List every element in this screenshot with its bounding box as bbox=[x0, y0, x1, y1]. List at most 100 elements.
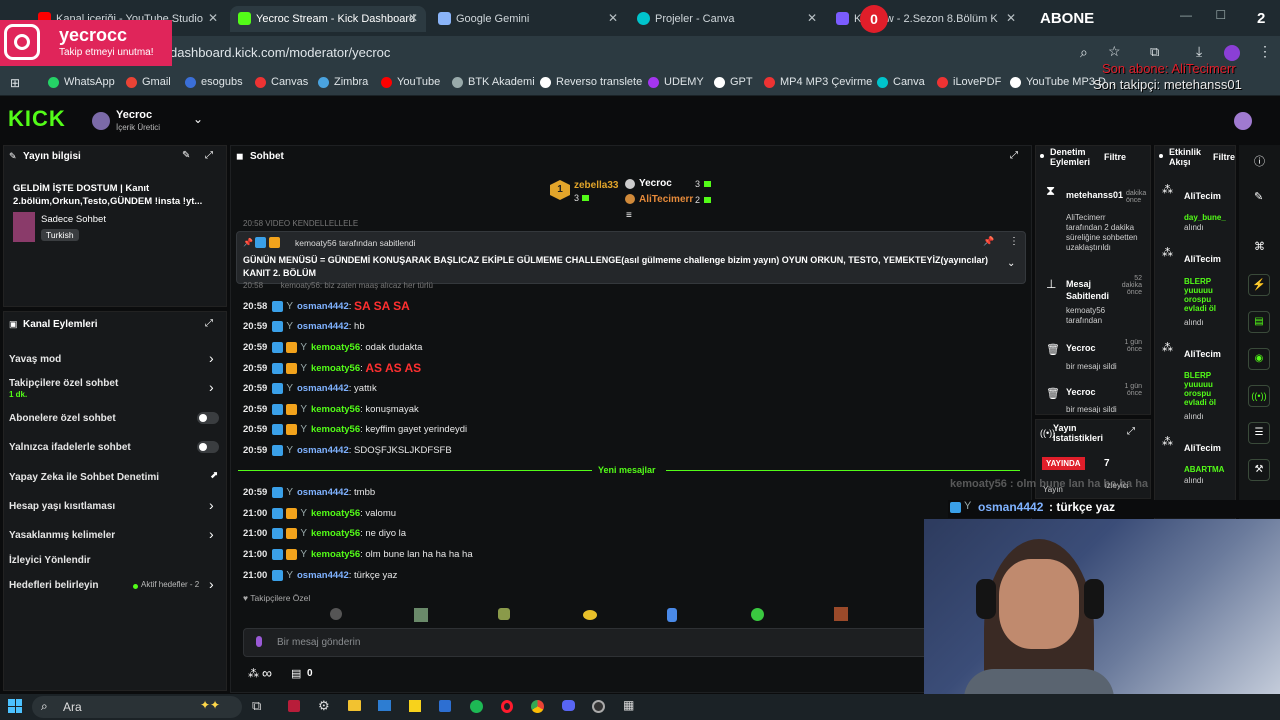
account-age-chevron-icon[interactable]: › bbox=[209, 497, 214, 513]
emote-only-toggle[interactable] bbox=[197, 441, 219, 453]
bookmark-btk[interactable]: BTK Akademi bbox=[452, 76, 535, 88]
chat-message[interactable]: 20:59 Yosman4442: SDOŞFJKSLJKDFSFB bbox=[243, 442, 452, 458]
discord-icon[interactable] bbox=[562, 700, 575, 711]
wrench-icon[interactable]: ⚒ bbox=[1248, 459, 1270, 481]
tab-canva[interactable]: Projeler - Canva ✕ bbox=[629, 6, 825, 32]
bookmark-youtube[interactable]: YouTube bbox=[381, 76, 440, 88]
subscribers-only-toggle[interactable] bbox=[197, 412, 219, 424]
emote-4[interactable] bbox=[583, 610, 597, 620]
popout-icon[interactable]: ⤢ bbox=[205, 150, 213, 161]
raid-label[interactable]: İzleyici Yönlendir bbox=[9, 555, 91, 566]
chat-message[interactable]: 20:59 Ykemoaty56: odak dudakta bbox=[243, 339, 422, 355]
goals-chevron-icon[interactable]: › bbox=[209, 576, 214, 592]
bookmark-ilovepdf[interactable]: iLovePDF bbox=[937, 76, 1001, 88]
tab-episode[interactable]: Kaı...ow - 2.Sezon 8.Bölüm K ✕ bbox=[828, 6, 1024, 32]
mod-filter[interactable]: Filtre bbox=[1104, 152, 1126, 162]
user-avatar[interactable] bbox=[1234, 112, 1252, 130]
bookmark-esogubs[interactable]: esogubs bbox=[185, 76, 243, 88]
leader-2-name[interactable]: Yecroc bbox=[639, 178, 672, 189]
bookmark-gpt[interactable]: GPT bbox=[714, 76, 753, 88]
windows-start-icon[interactable] bbox=[8, 699, 22, 713]
chat-message[interactable]: 20:59 Ykemoaty56: keyffim gayet yerindeyd… bbox=[243, 421, 467, 437]
leader-3-name[interactable]: AliTecimerr bbox=[639, 194, 693, 205]
apps-grid-icon[interactable]: ⊞ bbox=[10, 76, 20, 90]
chat-message[interactable]: 20:59 Yosman4442: tmbb bbox=[243, 484, 375, 500]
popout-icon[interactable]: ⤢ bbox=[1010, 150, 1018, 161]
close-icon[interactable]: ✕ bbox=[608, 11, 618, 25]
emote-5[interactable] bbox=[667, 608, 677, 622]
bookmark-canvas[interactable]: Canvas bbox=[255, 76, 308, 88]
leader-1-name[interactable]: zebella33 bbox=[574, 180, 618, 191]
popout-icon[interactable]: ⤢ bbox=[1127, 426, 1135, 437]
menu-icon[interactable]: ⋮ bbox=[1258, 43, 1272, 60]
bookmark-reverso[interactable]: Reverso translete bbox=[540, 76, 642, 88]
channel-switch-chevron[interactable]: ⌄ bbox=[193, 112, 203, 126]
bookmark-mp4mp3[interactable]: MP4 MP3 Çevirme bbox=[764, 76, 872, 88]
followers-only-chevron-icon[interactable]: › bbox=[209, 379, 214, 395]
zoom-icon[interactable]: ⌕ bbox=[1080, 44, 1088, 61]
chat-message[interactable]: 21:00 Ykemoaty56: ne diyo la bbox=[243, 525, 406, 541]
emote-2[interactable] bbox=[414, 608, 428, 622]
chat-message[interactable]: 20:59 Yosman4442: hb bbox=[243, 318, 365, 334]
emote-6[interactable] bbox=[751, 608, 764, 621]
chat-message[interactable]: 21:00 Yosman4442: türkçe yaz bbox=[243, 567, 397, 583]
spotify-icon[interactable] bbox=[470, 700, 483, 713]
profile-avatar[interactable] bbox=[1224, 45, 1240, 61]
close-icon[interactable]: ✕ bbox=[1006, 11, 1016, 25]
chat-message[interactable]: 21:00 Ykemoaty56: olm bune lan ha ha ha h… bbox=[243, 546, 473, 562]
chat-icon[interactable]: ◉ bbox=[1248, 348, 1270, 370]
chat-message[interactable]: 20:59 Yosman4442: yattık bbox=[243, 380, 377, 396]
sticky-notes-icon[interactable] bbox=[409, 700, 421, 712]
banned-words-chevron-icon[interactable]: › bbox=[209, 526, 214, 542]
bookmark-gmail[interactable]: Gmail bbox=[126, 76, 171, 88]
emote-1[interactable] bbox=[330, 608, 342, 620]
external-link-icon[interactable]: ⬈ bbox=[210, 470, 218, 481]
obs-icon[interactable] bbox=[592, 700, 605, 713]
window-controls[interactable]: — ☐ bbox=[1180, 8, 1226, 22]
close-icon[interactable]: ✕ bbox=[408, 11, 418, 25]
app-icon[interactable] bbox=[439, 700, 451, 712]
lightning-icon[interactable]: ⚡ bbox=[1248, 274, 1270, 296]
bookmark-whatsapp[interactable]: WhatsApp bbox=[48, 76, 115, 88]
edit-icon[interactable]: ✎ bbox=[182, 150, 190, 161]
extensions-icon[interactable]: ⧉ bbox=[1150, 44, 1159, 60]
url-field[interactable]: dashboard.kick.com/moderator/yecroc bbox=[170, 41, 1170, 65]
download-icon[interactable]: ⤓ bbox=[1196, 43, 1202, 60]
broadcast-icon[interactable]: ((•)) bbox=[1248, 385, 1270, 407]
app-icon[interactable] bbox=[378, 700, 391, 711]
settings-icon[interactable]: ⚙ bbox=[318, 698, 330, 714]
edit-icon[interactable]: ✎ bbox=[1254, 190, 1263, 203]
app-icon[interactable] bbox=[288, 700, 300, 712]
bookmark-udemy[interactable]: UDEMY bbox=[648, 76, 704, 88]
chat-message[interactable]: 20:59 Ykemoaty56: AS AS AS bbox=[243, 360, 421, 376]
sliders-icon[interactable]: ☰ bbox=[1248, 422, 1270, 444]
emote-7[interactable] bbox=[834, 607, 848, 621]
tab-google-gemini[interactable]: Google Gemini ✕ bbox=[430, 6, 626, 32]
chat-message[interactable]: 21:00 Ykemoaty56: valomu bbox=[243, 505, 396, 521]
popout-icon[interactable]: ⤢ bbox=[205, 318, 213, 329]
tab-kick-dashboard[interactable]: Yecroc Stream - Kick Dashboard ✕ bbox=[230, 6, 426, 32]
expand-pin-chevron-icon[interactable]: ⌄ bbox=[1007, 258, 1015, 269]
info-icon[interactable]: ⓘ bbox=[1254, 153, 1265, 169]
collapse-leaderboard-icon[interactable]: ≡ bbox=[626, 210, 632, 221]
more-apps-icon[interactable]: ▦ bbox=[623, 698, 634, 712]
pinned-menu-icon[interactable]: ⋮ bbox=[1009, 236, 1019, 247]
bookmark-zimbra[interactable]: Zimbra bbox=[318, 76, 368, 88]
slow-mode-chevron-icon[interactable]: › bbox=[209, 350, 214, 366]
emote-3[interactable] bbox=[498, 608, 510, 620]
star-icon[interactable]: ☆ bbox=[1108, 43, 1121, 60]
chrome-icon[interactable] bbox=[531, 700, 544, 713]
activity-filter[interactable]: Filtre bbox=[1213, 152, 1235, 162]
bookmark-canva[interactable]: Canva bbox=[877, 76, 925, 88]
close-icon[interactable]: ✕ bbox=[807, 11, 817, 25]
chat-message[interactable]: 20:59 Ykemoaty56: konuşmayak bbox=[243, 401, 419, 417]
points-icon[interactable]: ⁂ bbox=[248, 667, 259, 680]
close-icon[interactable]: ✕ bbox=[208, 11, 218, 25]
opera-icon[interactable] bbox=[501, 700, 513, 713]
unpin-icon[interactable]: 📌 bbox=[983, 236, 994, 247]
gift-icon[interactable]: ▤ bbox=[291, 667, 301, 680]
chat-message[interactable]: 20:58 Yosman4442: SA SA SA bbox=[243, 298, 410, 314]
document-icon[interactable]: ▤ bbox=[1248, 311, 1270, 333]
microphone-icon[interactable] bbox=[256, 636, 262, 647]
file-explorer-icon[interactable] bbox=[348, 700, 361, 711]
